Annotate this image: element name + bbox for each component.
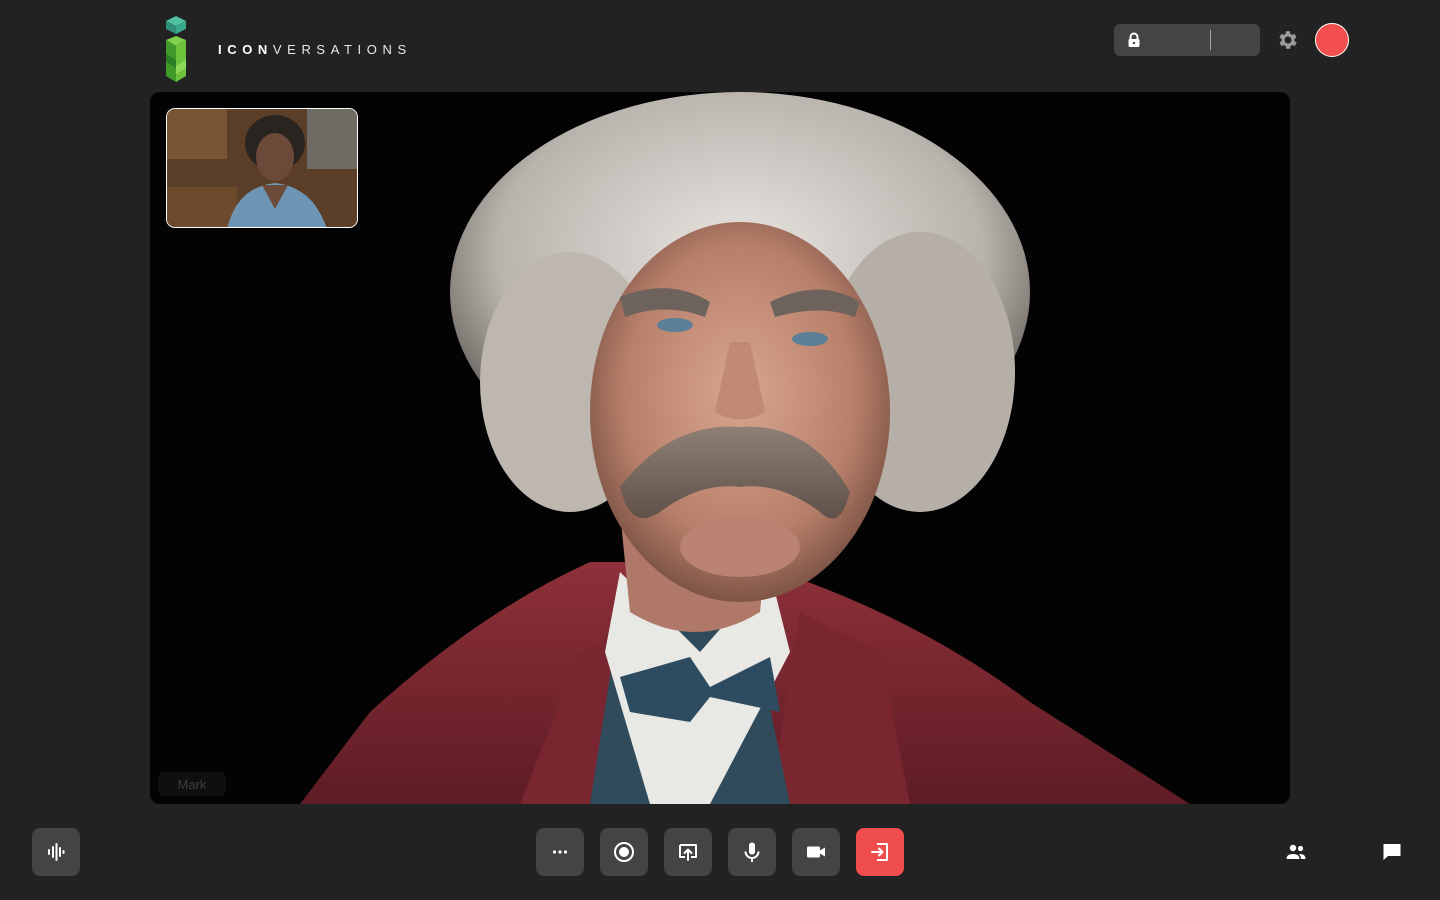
audio-wave-icon <box>48 843 65 861</box>
chat-button[interactable] <box>1368 828 1416 876</box>
room-code-pill[interactable] <box>1114 24 1260 56</box>
brand-bold: ICON <box>218 42 273 57</box>
participants-button[interactable] <box>1272 828 1320 876</box>
self-view-thumbnail[interactable] <box>166 108 358 228</box>
logo-mark-icon <box>166 16 186 82</box>
video-call-app: ICONVERSATIONS Mark <box>0 0 1440 900</box>
participant-name-tag: Mark <box>158 772 226 796</box>
main-video: Mark <box>150 92 1290 804</box>
record-icon <box>614 842 634 862</box>
brand-rest: VERSATIONS <box>272 42 412 57</box>
more-options-button[interactable] <box>536 828 584 876</box>
lock-icon <box>1128 32 1140 47</box>
microphone-icon <box>744 842 760 862</box>
leave-icon <box>871 843 888 861</box>
self-view-image <box>167 109 357 227</box>
share-screen-icon <box>679 844 697 861</box>
chat-icon <box>1383 844 1401 860</box>
camera-button[interactable] <box>792 828 840 876</box>
camera-icon <box>807 846 825 858</box>
participants-icon <box>1286 844 1306 859</box>
record-button[interactable] <box>600 828 648 876</box>
leave-call-button[interactable] <box>856 828 904 876</box>
brand-name: ICONVERSATIONS <box>218 42 412 57</box>
more-icon <box>552 850 568 854</box>
microphone-button[interactable] <box>728 828 776 876</box>
share-screen-button[interactable] <box>664 828 712 876</box>
gear-icon[interactable] <box>1276 28 1300 52</box>
audio-wave-button[interactable] <box>32 828 80 876</box>
pill-divider <box>1210 30 1211 50</box>
logo <box>164 16 188 82</box>
record-dot-icon[interactable] <box>1315 23 1349 57</box>
